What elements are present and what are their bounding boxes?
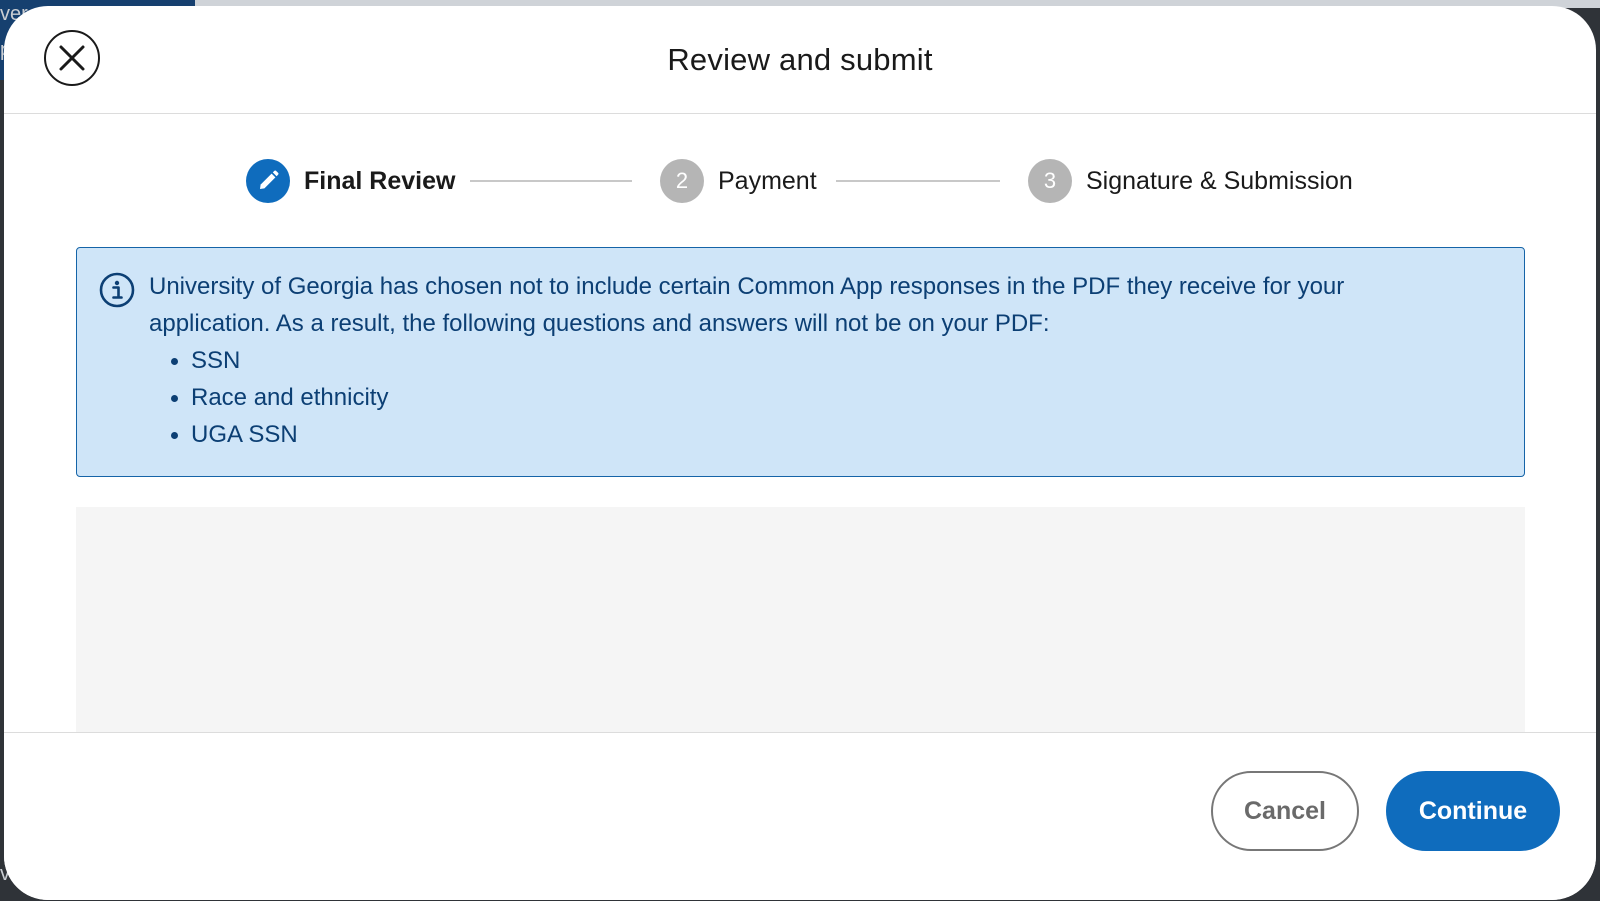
pencil-icon — [260, 170, 279, 189]
notice-line: application. As a result, the following … — [149, 310, 1050, 337]
list-item: SSN — [171, 342, 1489, 379]
step-number: 3 — [1028, 159, 1072, 203]
step-payment: 2 Payment — [660, 158, 817, 204]
step-label: Payment — [718, 166, 817, 195]
list-item: UGA SSN — [171, 416, 1489, 453]
dialog-title: Review and submit — [667, 42, 933, 77]
list-item: Race and ethnicity — [171, 379, 1489, 416]
progress-stepper: Final Review 2 Payment 3 Signature & Sub… — [4, 158, 1596, 204]
step-signature-submission: 3 Signature & Submission — [1028, 158, 1353, 204]
dialog-header: Review and submit — [4, 6, 1596, 114]
notice-line: University of Georgia has chosen not to … — [149, 273, 1345, 300]
close-icon — [59, 45, 85, 71]
info-icon — [99, 272, 135, 308]
step-label: Final Review — [304, 166, 456, 195]
review-submit-dialog: Review and submit Final Review 2 Payment… — [4, 6, 1596, 900]
step-marker-active — [246, 159, 290, 203]
step-final-review: Final Review — [246, 158, 455, 204]
step-connector — [470, 180, 632, 182]
dialog-footer: Cancel Continue — [4, 732, 1596, 900]
cancel-button[interactable]: Cancel — [1211, 771, 1359, 851]
pdf-exclusion-notice: University of Georgia has chosen not to … — [76, 247, 1525, 477]
notice-text: University of Georgia has chosen not to … — [149, 268, 1489, 453]
close-button[interactable] — [44, 30, 100, 86]
step-connector — [836, 180, 1000, 182]
continue-button[interactable]: Continue — [1386, 771, 1560, 851]
step-number: 2 — [660, 159, 704, 203]
step-label: Signature & Submission — [1086, 166, 1353, 195]
pdf-preview-area — [76, 507, 1525, 732]
excluded-items-list: SSN Race and ethnicity UGA SSN — [149, 342, 1489, 453]
